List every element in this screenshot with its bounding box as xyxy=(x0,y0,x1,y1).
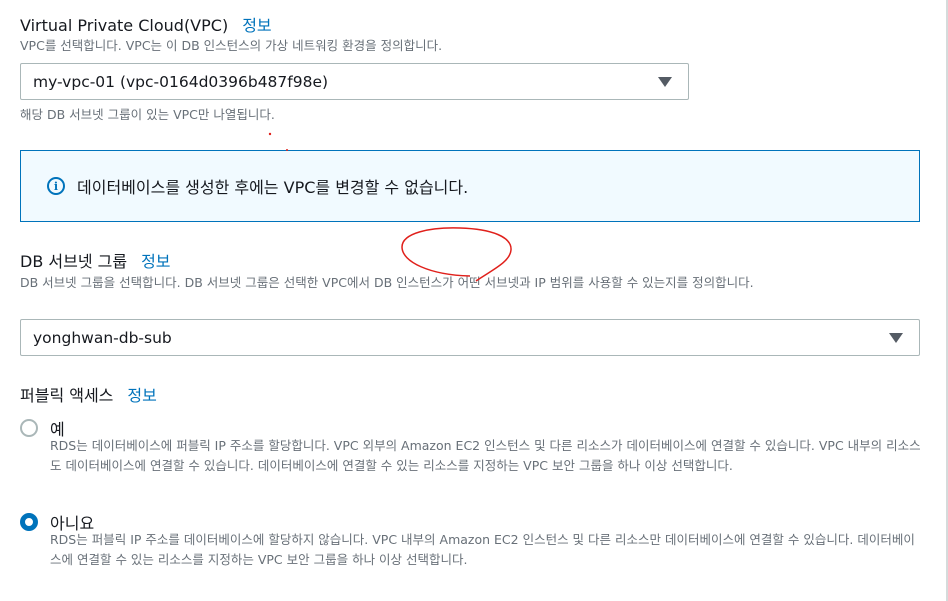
annotation-overlay xyxy=(268,132,512,282)
annotation-dot xyxy=(268,132,272,136)
annotation-circle xyxy=(401,227,512,282)
annotation-dot xyxy=(286,149,288,151)
